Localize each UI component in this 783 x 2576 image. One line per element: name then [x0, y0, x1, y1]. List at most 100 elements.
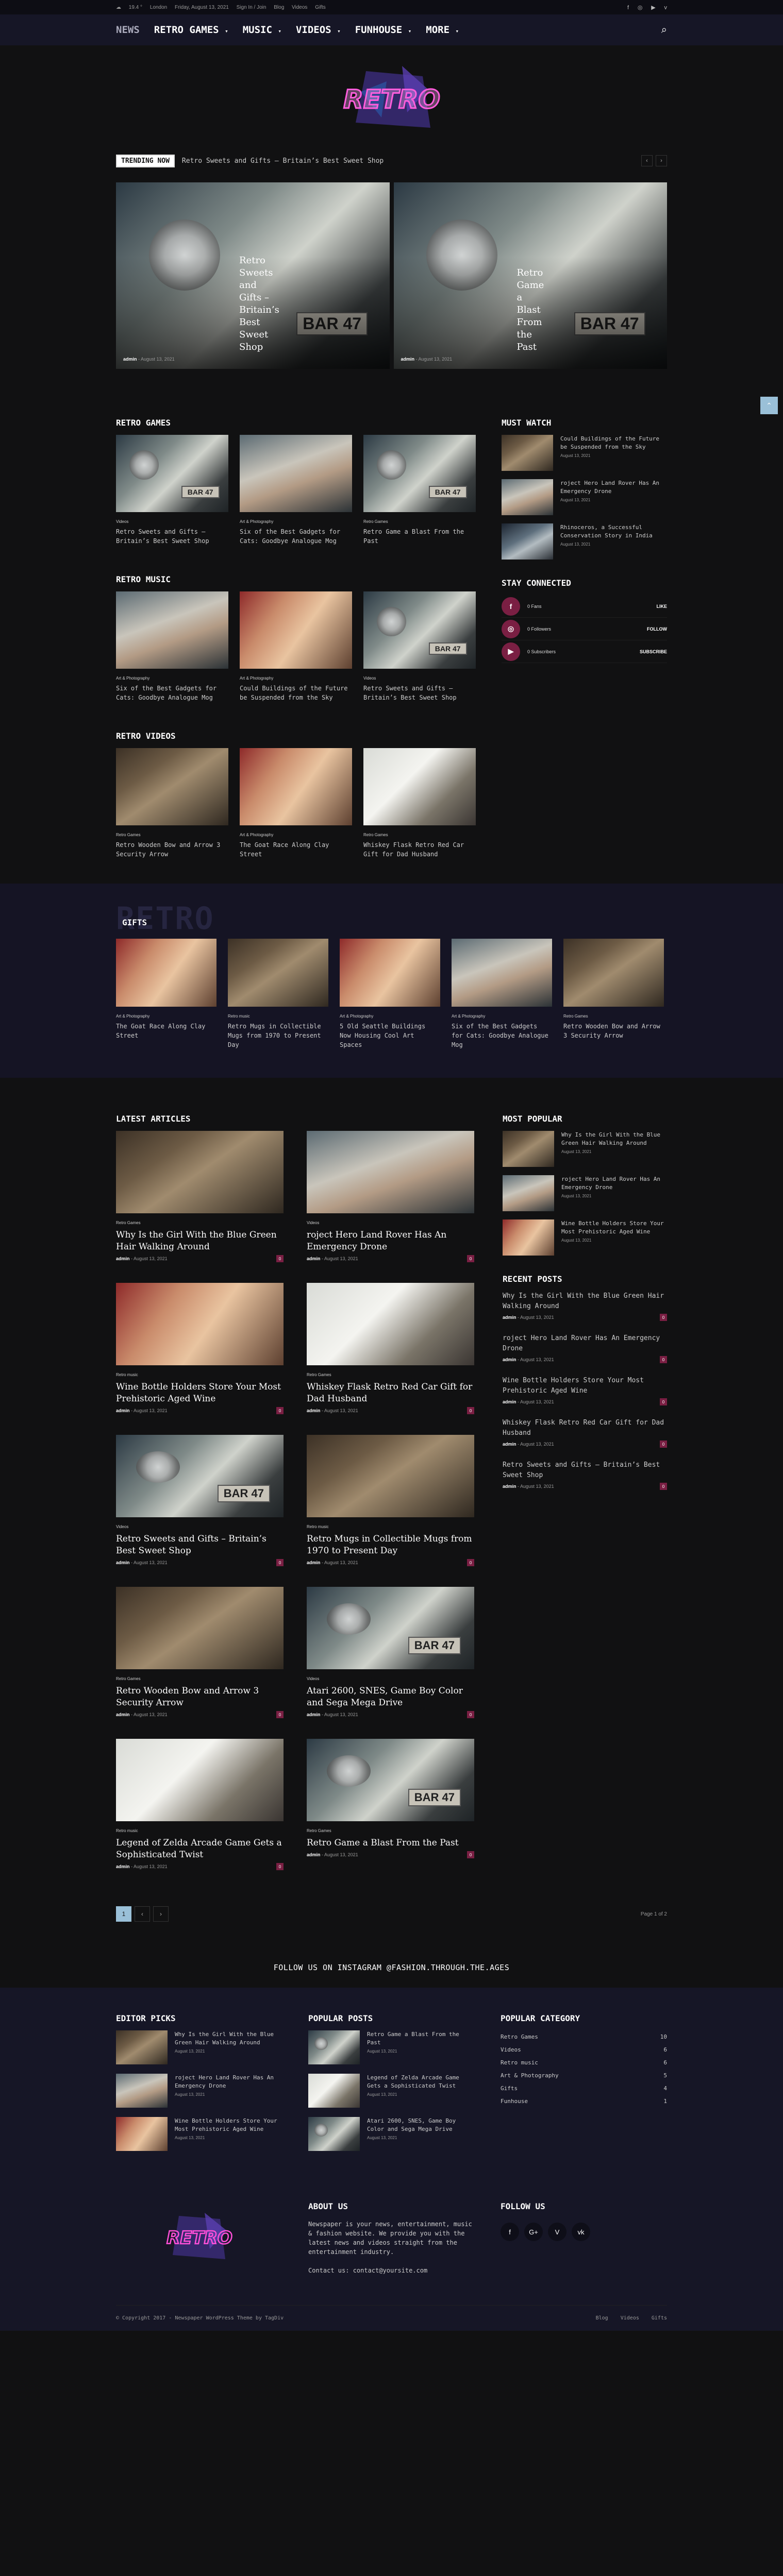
post-thumbnail[interactable]: BAR 47 [307, 1587, 474, 1669]
footer-logo[interactable]: RETRO [116, 2201, 282, 2274]
author-name[interactable]: admin [503, 1315, 517, 1320]
post-title[interactable]: Legend of Zelda Arcade Game Gets a Sophi… [367, 2074, 475, 2090]
post-card[interactable]: Retro Games Whiskey Flask Retro Red Car G… [363, 748, 476, 859]
recent-post-item[interactable]: Why Is the Girl With the Blue Green Hair… [503, 1291, 667, 1321]
comment-count[interactable]: 0 [660, 1356, 667, 1363]
post-title[interactable]: Legend of Zelda Arcade Game Gets a Sophi… [116, 1837, 284, 1861]
post-title[interactable]: Why Is the Girl With the Blue Green Hair… [116, 1229, 284, 1253]
post-title[interactable]: Retro Wooden Bow and Arrow 3 Security Ar… [563, 1022, 664, 1040]
post-category[interactable]: Retro music [228, 1014, 328, 1019]
latest-post-card[interactable]: BAR 47 Videos Atari 2600, SNES, Game Boy C… [307, 1587, 474, 1718]
facebook-icon[interactable]: f [627, 5, 629, 11]
author-name[interactable]: admin [116, 1560, 130, 1565]
author-name[interactable]: admin [116, 1712, 130, 1717]
post-title[interactable]: Retro Sweets and Gifts – Britain’s Best … [363, 684, 476, 702]
post-title[interactable]: The Goat Race Along Clay Street [116, 1022, 216, 1040]
category-item[interactable]: Gifts 4 [501, 2082, 667, 2095]
post-title[interactable]: Could Buildings of the Future be Suspend… [560, 435, 667, 451]
comment-count[interactable]: 0 [276, 1559, 284, 1566]
post-category[interactable]: Videos [307, 1676, 474, 1681]
post-thumbnail[interactable] [307, 1283, 474, 1365]
list-item[interactable]: Atari 2600, SNES, Game Boy Color and Seg… [308, 2117, 475, 2151]
post-thumbnail[interactable] [240, 435, 352, 512]
footer-link-blog[interactable]: Blog [596, 2315, 608, 2321]
post-title[interactable]: Retro Sweets and Gifts – Britain’s Best … [503, 1460, 667, 1481]
list-item[interactable]: roject Hero Land Rover Has An Emergency … [116, 2074, 282, 2108]
post-title[interactable]: Why Is the Girl With the Blue Green Hair… [561, 1131, 667, 1147]
nav-item-music[interactable]: MUSIC ▾ [243, 24, 281, 36]
post-thumbnail[interactable] [308, 2030, 360, 2064]
list-item[interactable]: Retro Game a Blast From the Past August 1… [308, 2030, 475, 2064]
post-title[interactable]: Whiskey Flask Retro Red Car Gift for Dad… [363, 840, 476, 859]
post-card[interactable]: BAR 47 Videos Retro Sweets and Gifts – Bri… [363, 591, 476, 702]
post-title[interactable]: Retro Wooden Bow and Arrow 3 Security Ar… [116, 1685, 284, 1709]
post-thumbnail[interactable] [116, 1587, 284, 1669]
list-item[interactable]: Wine Bottle Holders Store Your Most Preh… [116, 2117, 282, 2151]
comment-count[interactable]: 0 [467, 1851, 474, 1858]
post-title[interactable]: Six of the Best Gadgets for Cats: Goodby… [452, 1022, 552, 1049]
latest-post-card[interactable]: Retro Games Whiskey Flask Retro Red Car G… [307, 1283, 474, 1414]
instagram-follow[interactable]: FOLLOW US ON INSTAGRAM @FASHION.THROUGH.… [0, 1963, 783, 1972]
list-item[interactable]: Why Is the Girl With the Blue Green Hair… [503, 1131, 667, 1167]
post-thumbnail[interactable] [307, 1435, 474, 1517]
post-thumbnail[interactable] [502, 523, 553, 560]
top-link-blog[interactable]: Blog [274, 5, 284, 10]
post-title[interactable]: Atari 2600, SNES, Game Boy Color and Seg… [307, 1685, 474, 1709]
post-title[interactable]: Wine Bottle Holders Store Your Most Preh… [561, 1219, 667, 1236]
section-title-retro-games[interactable]: RETRO GAMES [116, 418, 476, 428]
post-title[interactable]: Retro Game a Blast From the Past [363, 527, 476, 546]
footer-link-gifts[interactable]: Gifts [652, 2315, 667, 2321]
chevron-left-icon[interactable]: ‹ [641, 155, 653, 166]
contact-email[interactable]: Contact us: contact@yoursite.com [308, 2267, 475, 2274]
author-name[interactable]: admin [307, 1408, 321, 1413]
top-link-signin[interactable]: Sign In / Join [237, 5, 266, 10]
recent-post-item[interactable]: Retro Sweets and Gifts – Britain’s Best … [503, 1460, 667, 1490]
hero-title[interactable]: Retro Sweets and Gifts – Britain’s Best … [239, 255, 279, 353]
post-thumbnail[interactable] [503, 1175, 554, 1211]
list-item[interactable]: Wine Bottle Holders Store Your Most Preh… [503, 1219, 667, 1256]
post-card[interactable]: Art & Photography Six of the Best Gadgets… [240, 435, 352, 546]
comment-count[interactable]: 0 [660, 1483, 667, 1490]
post-card[interactable]: Retro Games Retro Wooden Bow and Arrow 3 … [563, 939, 664, 1049]
social-facebook[interactable]: f 0 Fans LIKE [502, 595, 667, 618]
post-thumbnail[interactable] [240, 748, 352, 825]
chevron-right-icon[interactable]: › [656, 155, 667, 166]
post-thumbnail[interactable] [452, 939, 552, 1007]
post-category[interactable]: Videos [363, 676, 476, 681]
post-thumbnail[interactable] [563, 939, 664, 1007]
post-thumbnail[interactable]: BAR 47 [116, 1435, 284, 1517]
post-card[interactable]: BAR 47 Videos Retro Sweets and Gifts – Bri… [116, 435, 228, 546]
category-item[interactable]: Retro Games 10 [501, 2030, 667, 2043]
author-name[interactable]: admin [503, 1399, 517, 1404]
post-thumbnail[interactable] [116, 2030, 168, 2064]
post-card[interactable]: Art & Photography Six of the Best Gadgets… [116, 591, 228, 702]
post-title[interactable]: 5 Old Seattle Buildings Now Housing Cool… [340, 1022, 440, 1049]
comment-count[interactable]: 0 [660, 1440, 667, 1448]
post-category[interactable]: Art & Photography [116, 1014, 216, 1019]
post-thumbnail[interactable] [116, 591, 228, 669]
post-title[interactable]: Could Buildings of the Future be Suspend… [240, 684, 352, 702]
follow-button[interactable]: FOLLOW [647, 626, 667, 632]
post-category[interactable]: Retro Games [116, 833, 228, 837]
latest-post-card[interactable]: BAR 47 Videos Retro Sweets and Gifts – Bri… [116, 1435, 284, 1566]
post-category[interactable]: Videos [307, 1221, 474, 1225]
scroll-top-icon[interactable]: ⌃ [760, 397, 778, 414]
list-item[interactable]: roject Hero Land Rover Has An Emergency … [502, 479, 667, 515]
list-item[interactable]: Rhinoceros, a Successful Conservation St… [502, 523, 667, 560]
youtube-icon[interactable]: ▶ [651, 5, 655, 11]
hero-card[interactable]: BAR 47 Retro Sweets and Gifts – Britain’… [116, 182, 390, 369]
social-instagram[interactable]: ◎ 0 Followers FOLLOW [502, 618, 667, 640]
post-thumbnail[interactable] [116, 2117, 168, 2151]
author-name[interactable]: admin [503, 1442, 517, 1447]
comment-count[interactable]: 0 [467, 1711, 474, 1718]
post-card[interactable]: Art & Photography 5 Old Seattle Buildings… [340, 939, 440, 1049]
post-title[interactable]: Six of the Best Gadgets for Cats: Goodby… [240, 527, 352, 546]
post-thumbnail[interactable] [116, 1739, 284, 1821]
post-title[interactable]: Whiskey Flask Retro Red Car Gift for Dad… [307, 1381, 474, 1405]
post-title[interactable]: Retro Wooden Bow and Arrow 3 Security Ar… [116, 840, 228, 859]
post-title[interactable]: Why Is the Girl With the Blue Green Hair… [175, 2030, 282, 2047]
author-name[interactable]: admin [503, 1357, 517, 1362]
post-title[interactable]: Atari 2600, SNES, Game Boy Color and Seg… [367, 2117, 475, 2133]
post-title[interactable]: roject Hero Land Rover Has An Emergency … [175, 2074, 282, 2090]
list-item[interactable]: Could Buildings of the Future be Suspend… [502, 435, 667, 471]
